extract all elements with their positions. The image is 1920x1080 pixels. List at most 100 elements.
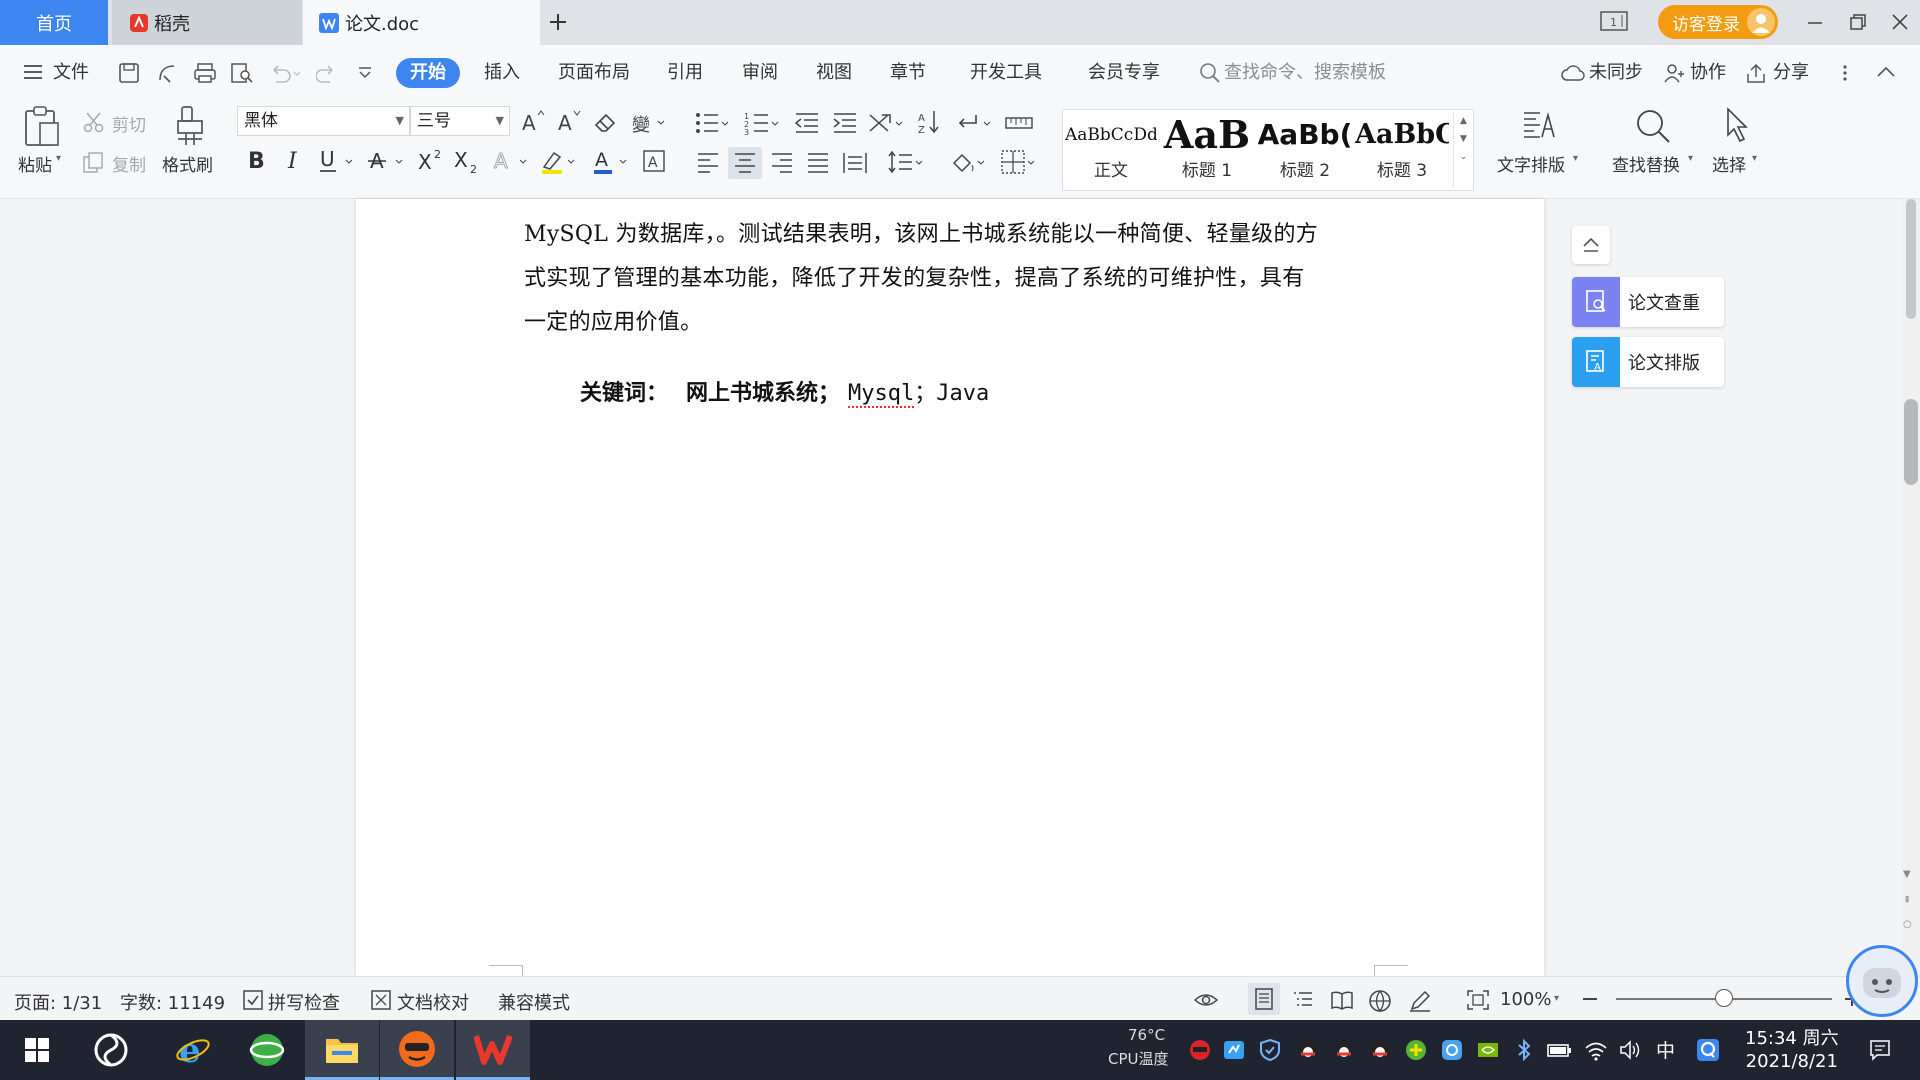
menu-start[interactable]: 开始 <box>396 58 460 88</box>
borders-icon[interactable] <box>1000 149 1040 175</box>
select-button[interactable]: 选择 <box>1712 151 1746 176</box>
input-method-indicator[interactable]: 中 <box>1656 1036 1675 1063</box>
style-heading-3[interactable]: AaBbC 标题 3 <box>1355 110 1449 190</box>
keywords-line[interactable]: 关键词： 网上书城系统； Mysql；Java <box>580 375 989 408</box>
window-layout-icon[interactable]: 1 <box>1600 11 1630 33</box>
tray-blue-app-icon[interactable] <box>1440 1038 1464 1062</box>
select-browse-object-icon[interactable]: ○ <box>1903 919 1912 930</box>
subscript-icon[interactable]: X2 <box>452 147 482 175</box>
page-indicator[interactable]: 页面: 1/31 <box>14 989 102 1015</box>
abstract-paragraph[interactable]: MySQL 为数据库，。测试结果表明，该网上书城系统能以一种简便、轻量级的方 式… <box>524 213 1386 345</box>
font-size-select[interactable]: 三号 ▼ <box>410 106 510 136</box>
find-replace-dropdown-icon[interactable]: ▾ <box>1688 153 1693 164</box>
fit-page-icon[interactable] <box>1466 989 1490 1011</box>
select-dropdown-icon[interactable]: ▾ <box>1752 153 1757 164</box>
tray-bluetooth-icon[interactable] <box>1512 1038 1536 1062</box>
align-center-icon[interactable] <box>728 147 762 179</box>
format-painter-icon[interactable] <box>174 105 206 149</box>
cut-button[interactable]: 剪切 <box>112 111 146 136</box>
outline-view-icon[interactable] <box>1292 989 1314 1011</box>
style-normal[interactable]: AaBbCcDd 正文 <box>1065 110 1157 190</box>
assistant-robot-icon[interactable] <box>1846 945 1918 1017</box>
text-layout-button[interactable]: 文字排版 <box>1497 151 1565 176</box>
more-options-icon[interactable] <box>1840 62 1850 84</box>
restore-icon[interactable] <box>1848 12 1868 32</box>
tab-document[interactable]: 论文.doc <box>303 0 540 45</box>
tray-q-app-icon[interactable] <box>1696 1038 1720 1062</box>
increase-indent-icon[interactable] <box>832 111 858 135</box>
paste-dropdown-icon[interactable]: ▾ <box>56 153 61 164</box>
notification-center-icon[interactable] <box>1868 1038 1892 1062</box>
taskbar-ie-app[interactable]: e <box>156 1020 230 1080</box>
customize-toolbar-icon[interactable] <box>357 66 373 80</box>
menu-developer-tools[interactable]: 开发工具 <box>970 58 1042 88</box>
taskbar-pinwheel-app[interactable] <box>74 1020 148 1080</box>
format-brush-quick-icon[interactable] <box>156 62 178 84</box>
taskbar-browser-app[interactable] <box>230 1020 304 1080</box>
menu-chapter[interactable]: 章节 <box>890 58 926 88</box>
shrink-font-icon[interactable]: A <box>556 109 584 135</box>
tab-home[interactable]: 首页 <box>0 0 108 45</box>
share-button[interactable]: 分享 <box>1773 58 1809 88</box>
eye-protection-icon[interactable] <box>1193 989 1219 1011</box>
paste-icon[interactable] <box>22 105 62 149</box>
tab-daoke[interactable]: 稻壳 <box>112 0 302 45</box>
italic-icon[interactable]: I <box>284 147 304 173</box>
tray-qq-icon-2[interactable] <box>1332 1038 1356 1062</box>
save-icon[interactable] <box>118 62 140 84</box>
justify-icon[interactable] <box>806 151 830 175</box>
style-heading-1[interactable]: AaB 标题 1 <box>1159 110 1255 190</box>
format-painter-button[interactable]: 格式刷 <box>162 151 213 176</box>
minimize-icon[interactable] <box>1805 14 1825 30</box>
zoom-dropdown-icon[interactable]: ▾ <box>1554 993 1559 1004</box>
tray-qq-icon[interactable] <box>1296 1038 1320 1062</box>
character-border-icon[interactable]: A <box>642 149 666 173</box>
paste-button[interactable]: 粘贴 <box>18 151 52 176</box>
write-view-icon[interactable] <box>1408 989 1432 1013</box>
ruler-icon[interactable] <box>1004 113 1034 133</box>
tray-shield-icon[interactable] <box>1258 1038 1282 1062</box>
tray-plus-icon[interactable] <box>1404 1038 1428 1062</box>
menu-page-layout[interactable]: 页面布局 <box>558 58 630 88</box>
grow-font-icon[interactable]: A <box>520 109 548 135</box>
clear-format-icon[interactable] <box>594 111 618 133</box>
tray-qq-icon-3[interactable] <box>1368 1038 1392 1062</box>
print-preview-icon[interactable] <box>230 62 254 84</box>
reading-view-icon[interactable] <box>1330 989 1354 1011</box>
strikethrough-icon[interactable]: A <box>368 147 408 175</box>
text-layout-dropdown-icon[interactable]: ▾ <box>1573 153 1578 164</box>
start-button[interactable] <box>0 1020 74 1080</box>
paper-layout-button[interactable]: A 论文排版 <box>1572 337 1724 387</box>
zoom-out-icon[interactable] <box>1580 989 1600 1009</box>
superscript-icon[interactable]: X2 <box>416 147 446 175</box>
word-count[interactable]: 字数: 11149 <box>120 989 225 1015</box>
scrollbar-mini-thumb[interactable] <box>1906 199 1916 319</box>
print-icon[interactable] <box>193 62 217 84</box>
taskbar-wps-app[interactable] <box>456 1020 530 1080</box>
menu-insert[interactable]: 插入 <box>484 58 520 88</box>
taskbar-media-app[interactable] <box>380 1020 454 1080</box>
hamburger-icon[interactable] <box>22 62 44 82</box>
distribute-icon[interactable] <box>842 151 868 175</box>
decrease-indent-icon[interactable] <box>794 111 820 135</box>
close-icon[interactable] <box>1890 12 1910 32</box>
paper-check-button[interactable]: 论文查重 <box>1572 277 1724 327</box>
tray-network-speed-icon[interactable] <box>1222 1038 1246 1062</box>
highlight-icon[interactable] <box>540 147 580 175</box>
zoom-slider-thumb[interactable] <box>1715 989 1733 1007</box>
numbered-list-icon[interactable]: 123 <box>744 111 784 135</box>
menu-references[interactable]: 引用 <box>667 58 703 88</box>
previous-page-icon[interactable]: ⇞ <box>1903 895 1911 906</box>
command-search-input[interactable]: 查找命令、搜索模板 <box>1224 58 1386 88</box>
menu-review[interactable]: 审阅 <box>742 58 778 88</box>
menu-member[interactable]: 会员专享 <box>1088 58 1160 88</box>
web-view-icon[interactable] <box>1368 989 1392 1013</box>
tray-volume-icon[interactable] <box>1618 1038 1642 1062</box>
align-right-icon[interactable] <box>770 151 794 175</box>
page-view-icon[interactable] <box>1248 983 1280 1015</box>
tray-wifi-icon[interactable] <box>1584 1038 1608 1062</box>
bold-icon[interactable]: B <box>246 147 268 173</box>
style-heading-2[interactable]: AaBb( 标题 2 <box>1257 110 1353 190</box>
bullet-list-icon[interactable] <box>694 111 734 135</box>
redo-icon[interactable] <box>316 62 338 84</box>
